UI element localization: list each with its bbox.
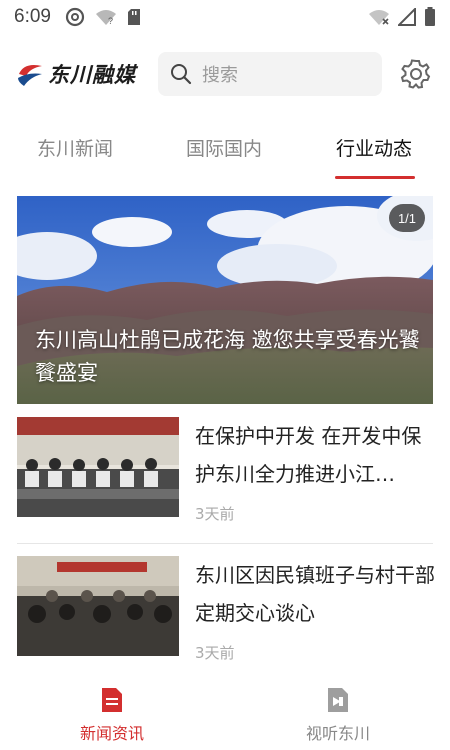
- meeting-photo: [17, 417, 179, 517]
- hero-title: 东川高山杜鹃已成花海 邀您共享受春光饕餮盛宴: [35, 328, 420, 385]
- video-icon: [328, 688, 348, 712]
- news-thumbnail: [17, 417, 179, 517]
- news-title: 东川区因民镇班子与村干部定期交心谈心: [195, 563, 435, 625]
- status-left-icons: ?: [65, 7, 141, 27]
- news-time: 3天前: [195, 644, 235, 662]
- category-tabs: 东川新闻 国际国内 行业动态: [0, 120, 450, 180]
- news-time: 3天前: [195, 505, 235, 523]
- logo-text: 东川融媒: [48, 63, 136, 87]
- nav-label: 视听东川: [305, 724, 370, 743]
- status-bar: 6:09 ?: [0, 0, 450, 34]
- tab-international-domestic[interactable]: 国际国内: [186, 134, 262, 161]
- wifi-question-icon: ?: [95, 10, 116, 26]
- active-tab-indicator: [335, 176, 415, 179]
- meeting-photo: [17, 556, 179, 656]
- nav-news-info[interactable]: 新闻资讯: [37, 686, 187, 750]
- at-sign-icon: [65, 7, 85, 27]
- signal-icon: [398, 8, 416, 26]
- app-header: 东川融媒 搜索: [0, 50, 450, 98]
- status-time: 6:09: [14, 6, 51, 27]
- settings-gear-icon[interactable]: [400, 58, 432, 90]
- list-item[interactable]: 在保护中开发 在开发中保护东川全力推进小江… 3天前: [17, 417, 433, 527]
- sd-card-icon: [127, 9, 140, 25]
- search-placeholder: 搜索: [202, 65, 238, 86]
- battery-icon: [425, 7, 435, 26]
- wifi-off-icon: [369, 10, 389, 25]
- tab-industry-news[interactable]: 行业动态: [336, 134, 412, 161]
- divider: [17, 543, 433, 544]
- tab-dongchuan-news[interactable]: 东川新闻: [37, 134, 113, 161]
- app-logo: 东川融媒: [16, 56, 136, 92]
- search-icon: [171, 64, 192, 85]
- hero-banner[interactable]: 1/1 东川高山杜鹃已成花海 邀您共享受春光饕餮盛宴: [17, 196, 433, 404]
- bottom-navigation: 新闻资讯 视听东川: [0, 682, 450, 750]
- image-counter: 1/1: [389, 204, 425, 232]
- document-icon: [102, 688, 122, 712]
- list-item[interactable]: 东川区因民镇班子与村干部定期交心谈心 3天前: [17, 556, 435, 666]
- news-title: 在保护中开发 在开发中保护东川全力推进小江…: [195, 424, 422, 486]
- status-right-icons: [368, 7, 436, 27]
- svg-text:?: ?: [108, 16, 113, 26]
- nav-label: 新闻资讯: [79, 724, 144, 743]
- news-thumbnail: [17, 556, 179, 656]
- logo-emblem-icon: [18, 65, 42, 86]
- nav-video-dongchuan[interactable]: 视听东川: [263, 686, 413, 750]
- search-input[interactable]: 搜索: [158, 52, 382, 96]
